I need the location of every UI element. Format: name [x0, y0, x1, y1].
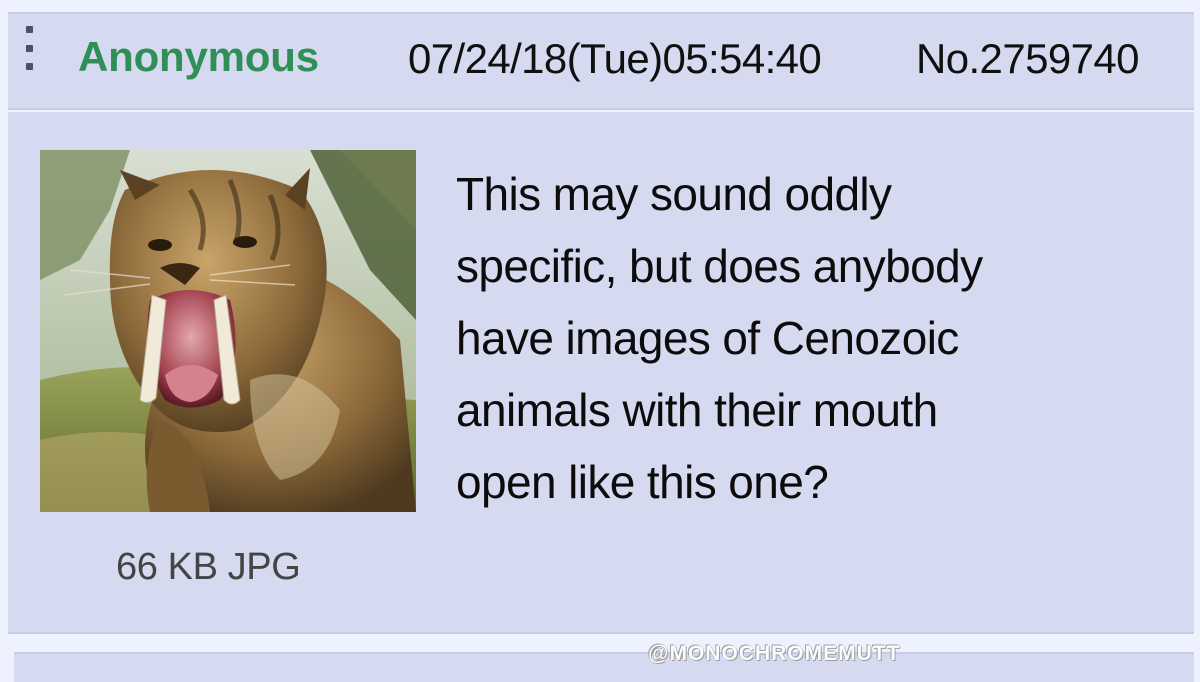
post-menu-icon[interactable]	[24, 26, 34, 70]
message-line: specific, but does anybody	[456, 240, 983, 292]
saber-tooth-cat-image[interactable]	[40, 150, 416, 512]
menu-dot	[25, 26, 33, 33]
post-number-link[interactable]: No.2759740	[916, 38, 1139, 80]
menu-dot	[25, 63, 33, 70]
message-line: animals with their mouth	[456, 384, 938, 436]
message-line: This may sound oddly	[456, 168, 892, 220]
file-info: 66 KB JPG	[116, 546, 301, 588]
post-message: This may sound oddly specific, but does …	[456, 158, 1176, 518]
message-line: open like this one?	[456, 456, 829, 508]
poster-name: Anonymous	[78, 33, 319, 80]
menu-dot	[25, 44, 33, 52]
watermark: @MONOCHROMEMUTT	[648, 642, 901, 665]
next-post-strip	[14, 652, 1194, 682]
page: Anonymous 07/24/18(Tue)05:54:40 No.27597…	[0, 0, 1200, 682]
post-date: 07/24/18(Tue)05:54:40	[408, 35, 822, 82]
message-line: have images of Cenozoic	[456, 312, 959, 364]
